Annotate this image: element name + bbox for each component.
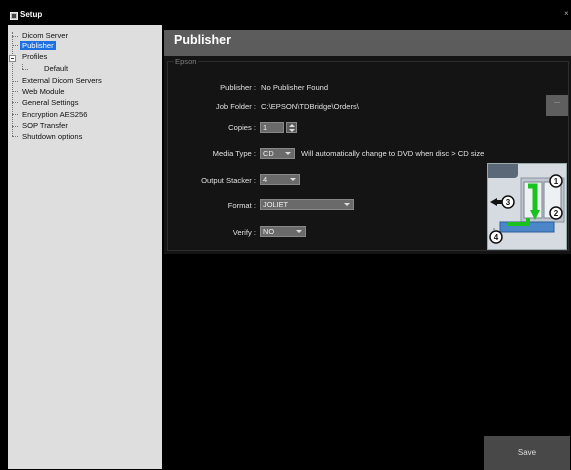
sidebar-item-general-settings[interactable]: General Settings [22,98,79,107]
job-folder-label: Job Folder : [215,102,256,111]
chevron-down-icon [344,203,350,206]
sidebar-item-default[interactable]: Default [44,64,68,73]
output-stacker-select[interactable]: 4 [260,174,300,185]
output-stacker-diagram: 1 2 3 4 [487,163,567,250]
media-type-note: Will automatically change to DVD when di… [301,149,485,158]
output-stacker-label: Output Stacker : [201,176,256,185]
window-title: Setup [20,10,43,19]
stacker-label-4: 4 [494,233,499,242]
tree-connector [22,69,28,70]
sidebar-item-profiles[interactable]: Profiles [22,52,47,61]
page-header: Publisher [164,30,571,56]
media-type-label: Media Type : [212,149,256,158]
tree-connector [12,91,18,92]
tree-connector [12,136,18,137]
format-value: JOLIET [263,200,289,209]
output-stacker-value: 4 [263,175,268,184]
copies-label: Copies : [228,123,256,132]
stacker-diagram-icon: 1 2 3 4 [488,164,566,249]
format-label: Format : [227,201,256,210]
stacker-label-1: 1 [554,177,559,186]
job-folder-value: C:\EPSON\TDBridge\Orders\ [261,102,359,111]
main-panel: Publisher Epson Publisher : No Publisher… [164,25,571,470]
verify-value: NO [263,227,275,236]
sidebar-item-publisher[interactable]: Publisher [20,41,56,50]
tree-connector [12,102,18,103]
publisher-value: No Publisher Found [261,83,329,92]
stacker-label-2: 2 [554,209,559,218]
tree-connector [12,81,18,82]
group-label: Epson [174,57,198,66]
chevron-down-icon [285,152,291,155]
page-title: Publisher [174,33,231,47]
tree-connector [12,36,18,37]
sidebar-item-web-module[interactable]: Web Module [22,87,65,96]
verify-select[interactable]: NO [260,226,306,237]
title-bar: Setup × [0,0,571,25]
sidebar-item-shutdown-options[interactable]: Shutdown options [22,132,82,141]
media-type-value: CD [263,149,274,158]
tree-connector [12,32,13,136]
expander-icon[interactable] [9,55,16,62]
publisher-label: Publisher : [220,83,256,92]
browse-button[interactable]: ... [546,95,568,116]
sidebar-item-encryption-aes256[interactable]: Encryption AES256 [22,110,87,119]
save-button[interactable]: Save [484,436,570,470]
app-icon [10,12,18,20]
chevron-down-icon [290,178,296,181]
copies-input[interactable]: 1 [260,122,284,133]
close-icon[interactable]: × [564,9,569,18]
copies-stepper[interactable] [286,122,297,133]
sidebar-item-dicom-server[interactable]: Dicom Server [22,31,68,40]
tree-connector [12,114,18,115]
tree-connector [12,45,18,46]
media-type-select[interactable]: CD [260,148,295,159]
stacker-label-3: 3 [506,198,511,207]
tree-connector [12,126,18,127]
verify-label: Verify : [232,228,256,237]
chevron-down-icon [296,230,302,233]
sidebar-item-sop-transfer[interactable]: SOP Transfer [22,121,68,130]
format-select[interactable]: JOLIET [260,199,354,210]
sidebar-item-external-dicom-servers[interactable]: External Dicom Servers [22,76,102,85]
